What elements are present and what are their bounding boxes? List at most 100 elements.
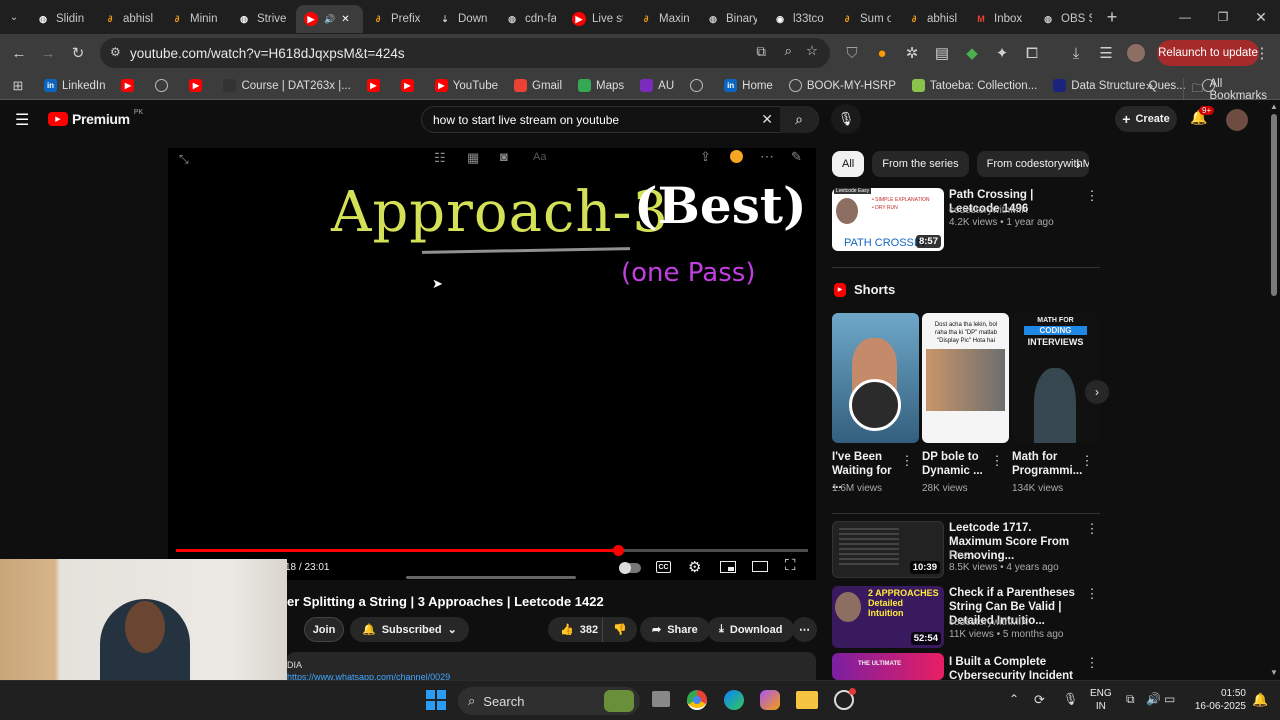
tray-sync-icon[interactable]: ⟳ [1034, 692, 1045, 708]
more-options-icon[interactable]: ⋮ [901, 453, 914, 469]
more-options-icon[interactable]: ⋮ [1086, 586, 1099, 602]
browser-tab[interactable]: ∂ Minin [162, 5, 229, 33]
fullscreen-button[interactable]: ⛶ [785, 557, 796, 574]
install-app-icon[interactable]: ⧉ [756, 44, 766, 60]
more-options-icon[interactable]: ⋮ [1081, 453, 1094, 469]
tray-volume-icon[interactable]: 🔊 [1146, 692, 1161, 706]
bookmark-item[interactable]: Maps [570, 79, 632, 92]
taskbar-edge[interactable] [724, 690, 744, 710]
short-card[interactable]: MATH FOR CODING INTERVIEWS Math for Prog… [1012, 313, 1100, 494]
dislike-button[interactable]: 👎 [602, 617, 637, 642]
browser-tab[interactable]: ∂ abhisl [95, 5, 162, 33]
more-options-icon[interactable]: ⋮ [1086, 655, 1099, 671]
browser-tab[interactable]: ◉ l33tco [765, 5, 832, 33]
tray-mic-icon[interactable]: 🎙 [1063, 692, 1078, 706]
browser-tab[interactable]: ∂ Maxin [631, 5, 698, 33]
guide-menu-button[interactable]: ☰ [15, 110, 29, 130]
scroll-down-icon[interactable]: ▼ [1270, 668, 1278, 677]
bookmark-item[interactable] [682, 79, 716, 92]
horizontal-scrollbar[interactable] [406, 576, 576, 579]
page-scrollbar[interactable]: ▲ ▼ [1268, 100, 1280, 680]
bookmark-item[interactable]: Course | DAT263x |... [215, 79, 358, 92]
back-button[interactable]: ← [10, 44, 28, 62]
taskbar-copilot[interactable] [760, 690, 780, 710]
bookmark-item[interactable]: ▶ [359, 79, 393, 92]
bookmark-item[interactable]: Tatoeba: Collection... [904, 79, 1045, 92]
minimize-window-button[interactable]: — [1166, 0, 1204, 34]
extension-circle-icon[interactable]: ● [873, 44, 891, 62]
create-button[interactable]: + Create [1115, 106, 1177, 132]
browser-tab[interactable]: ▶ Live st [564, 5, 631, 33]
subscribed-button[interactable]: 🔔 Subscribed ⌄ [350, 617, 469, 642]
browser-tab[interactable]: ◍ Slidin [28, 5, 95, 33]
relaunch-update-button[interactable]: Relaunch to update [1157, 40, 1259, 66]
bookmark-item[interactable]: Gmail [506, 79, 570, 92]
downloads-icon[interactable]: ⤓ [1067, 44, 1085, 62]
bookmark-item[interactable]: AU [632, 79, 682, 92]
reading-list-icon[interactable]: ☰ [1097, 44, 1115, 62]
video-player[interactable]: ⤡ ☷ ▦ ◙ Aa ⇪ ⋯ ✎ Approach-3 (Best) (one … [168, 148, 816, 580]
shorts-next-button[interactable]: › [1085, 380, 1109, 404]
all-bookmarks-button[interactable]: 🗀 All Bookmarks [1183, 78, 1280, 102]
bookmark-item[interactable]: in LinkedIn [36, 79, 113, 92]
voice-search-button[interactable]: 🎙 [831, 104, 861, 134]
bookmark-item[interactable] [147, 79, 181, 92]
related-video[interactable]: THE ULTIMATE I Built a Complete Cybersec… [832, 653, 1100, 680]
like-button[interactable]: 👍 382 [548, 617, 607, 642]
bookmark-item[interactable]: Data Structure Ques... [1045, 79, 1193, 92]
exit-fullscreen-arrows-icon[interactable]: ⤡ [179, 152, 189, 167]
extension-gear-icon[interactable]: ✲ [903, 44, 921, 62]
zoom-icon[interactable]: ⌕ [784, 43, 792, 59]
bookmark-item[interactable]: ▶ YouTube [427, 79, 506, 92]
miniplayer-button[interactable] [720, 561, 736, 573]
browser-tab[interactable]: ∂ abhisl [899, 5, 966, 33]
taskbar-chrome[interactable] [687, 690, 707, 710]
browser-tab[interactable]: ▶ 🔊 ✕ [296, 5, 363, 33]
more-bookmarks-button[interactable]: » [1146, 78, 1153, 93]
extension-doc-icon[interactable]: ▤ [933, 44, 951, 62]
task-view-button[interactable] [652, 691, 670, 707]
search-input[interactable]: how to start live stream on youtube ✕ ⌕ [421, 106, 819, 133]
close-tab-icon[interactable]: ✕ [341, 14, 349, 25]
extension-game-icon[interactable]: ◆ [963, 44, 981, 62]
language-indicator[interactable]: ENG IN [1090, 687, 1112, 713]
join-button[interactable]: Join [304, 617, 344, 642]
bookmark-item[interactable]: BOOK-MY-HSRP [781, 79, 904, 92]
theater-mode-button[interactable] [752, 561, 768, 572]
related-video-top[interactable]: Leetcode Easy • SIMPLE EXPLANATION • DRY… [832, 188, 1100, 252]
show-hidden-icons[interactable]: ⌃ [1009, 692, 1019, 706]
share-button[interactable]: ➦ Share [640, 617, 710, 642]
tab-search-button[interactable]: ⌄ [0, 0, 28, 34]
progress-scrubber[interactable] [613, 545, 625, 556]
reload-button[interactable]: ↻ [69, 44, 87, 62]
tray-battery-icon[interactable]: ▭ [1164, 692, 1175, 706]
related-video[interactable]: 10:39 Leetcode 1717. Maximum Score From … [832, 521, 1100, 581]
filter-chip[interactable]: From codestorywithMIK [976, 151, 1089, 177]
youtube-logo[interactable]: ▶ Premium PK [48, 109, 143, 127]
maximize-window-button[interactable]: ❐ [1204, 0, 1242, 34]
address-bar[interactable]: ⚙ youtube.com/watch?v=H618dJqxpsM&t=424s… [100, 38, 830, 68]
browser-tab[interactable]: ◍ OBS S [1033, 5, 1100, 33]
forward-button[interactable]: → [39, 44, 57, 62]
browser-tab[interactable]: ◍ Binary [698, 5, 765, 33]
description-box[interactable]: DIA https://www.whatsapp.com/channel/002… [287, 652, 816, 682]
bookmark-star-icon[interactable]: ☆ [806, 43, 818, 59]
more-options-icon[interactable]: ⋮ [1086, 188, 1099, 204]
browser-menu-button[interactable]: ⋮ [1253, 44, 1271, 62]
filter-chip[interactable]: All [832, 151, 865, 177]
account-avatar[interactable] [1226, 109, 1248, 131]
more-actions-button[interactable]: ⋯ [792, 617, 817, 642]
apps-grid-icon[interactable]: ⊞ [0, 78, 36, 94]
bookmark-item[interactable]: ▶ [113, 79, 147, 92]
scrollbar-thumb[interactable] [1271, 114, 1277, 296]
taskbar-search[interactable]: ⌕ Search [458, 687, 640, 715]
clear-search-icon[interactable]: ✕ [761, 111, 773, 128]
browser-tab[interactable]: ∂ Prefix [363, 5, 430, 33]
settings-button[interactable]: ⚙ [688, 558, 701, 576]
more-options-icon[interactable]: ⋮ [991, 453, 1004, 469]
extension-shield-icon[interactable]: ⛉ [843, 44, 861, 62]
autoplay-toggle[interactable] [619, 562, 641, 574]
close-window-button[interactable]: ✕ [1242, 0, 1280, 34]
short-card[interactable]: Dost acha tha lekin, bol raha tha ki "DP… [922, 313, 1010, 494]
captions-button[interactable]: CC [656, 561, 671, 573]
